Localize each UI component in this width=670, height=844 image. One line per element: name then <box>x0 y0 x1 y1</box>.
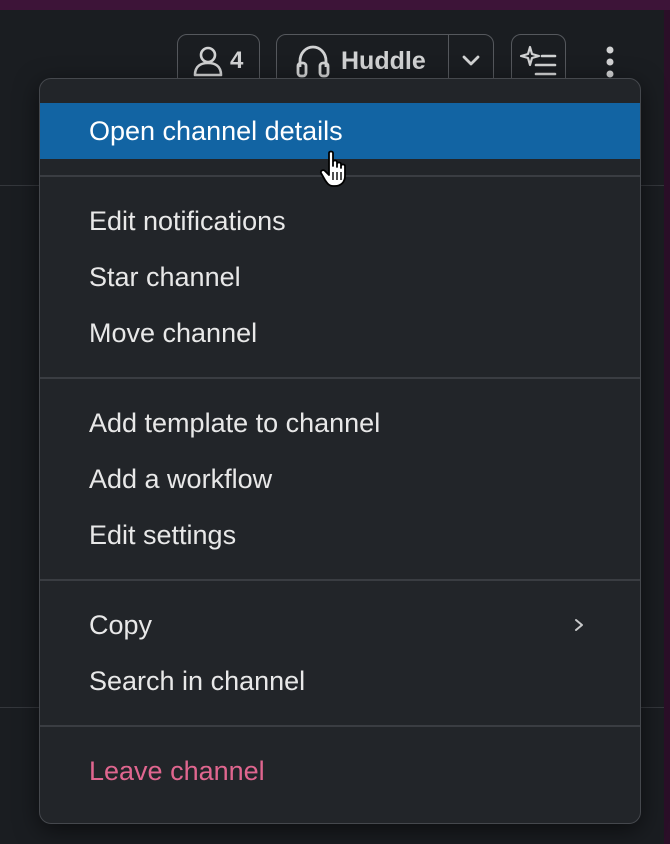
menu-item-label: Open channel details <box>89 115 343 146</box>
menu-item-label: Leave channel <box>89 755 265 786</box>
sparkle-list-icon <box>519 45 556 76</box>
menu-item-label: Edit settings <box>89 519 237 550</box>
menu-item-add-template[interactable]: Add template to channel <box>40 395 640 451</box>
workspace-top-strip <box>0 0 670 10</box>
chevron-down-icon <box>462 55 480 66</box>
menu-item-edit-settings[interactable]: Edit settings <box>40 507 640 563</box>
menu-item-leave-channel[interactable]: Leave channel <box>40 743 640 799</box>
menu-separator <box>40 579 640 581</box>
menu-item-label: Move channel <box>89 317 258 348</box>
menu-item-add-workflow[interactable]: Add a workflow <box>40 451 640 507</box>
headphones-icon <box>296 45 330 78</box>
menu-separator <box>40 377 640 379</box>
menu-item-label: Search in channel <box>89 665 306 696</box>
menu-separator <box>40 725 640 727</box>
menu-item-label: Copy <box>89 609 153 640</box>
menu-item-edit-notifications[interactable]: Edit notifications <box>40 193 640 249</box>
menu-item-label: Add template to channel <box>89 407 381 438</box>
chevron-right-icon <box>575 619 583 631</box>
menu-item-label: Add a workflow <box>89 463 273 494</box>
menu-item-label: Star channel <box>89 261 241 292</box>
vertical-ellipsis-icon <box>606 46 614 78</box>
menu-item-move-channel[interactable]: Move channel <box>40 305 640 361</box>
menu-item-search-in-channel[interactable]: Search in channel <box>40 653 640 709</box>
menu-item-star-channel[interactable]: Star channel <box>40 249 640 305</box>
member-count: 4 <box>230 47 244 74</box>
hand-pointer-icon <box>319 150 346 187</box>
person-icon <box>193 46 223 77</box>
menu-item-copy[interactable]: Copy <box>40 597 640 653</box>
menu-item-label: Edit notifications <box>89 205 286 236</box>
huddle-label: Huddle <box>341 46 426 75</box>
window-edge <box>664 10 670 844</box>
